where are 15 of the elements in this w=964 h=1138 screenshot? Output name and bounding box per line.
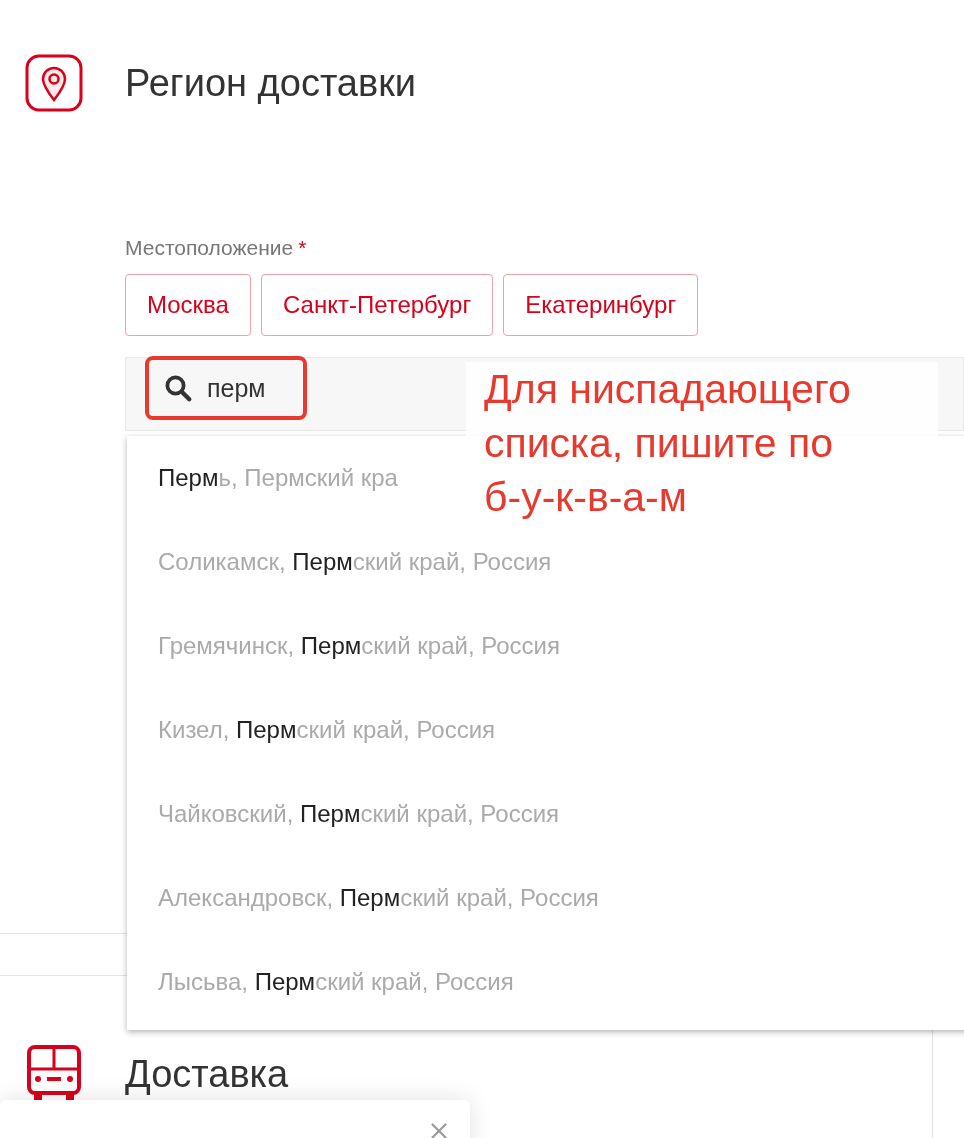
dropdown-option[interactable]: Лысьва, Пермский край, Россия bbox=[127, 940, 964, 1024]
search-icon bbox=[163, 373, 193, 403]
field-label: Местоположение bbox=[125, 236, 294, 260]
section-title: Доставка bbox=[125, 1052, 289, 1096]
dropdown-option[interactable]: Чайковский, Пермский край, Россия bbox=[127, 772, 964, 856]
dropdown-option[interactable]: Александровск, Пермский край, Россия bbox=[127, 856, 964, 940]
dropdown-option[interactable]: Кизел, Пермский край, Россия bbox=[127, 688, 964, 772]
city-chip[interactable]: Санкт-Петербург bbox=[260, 274, 494, 336]
location-pin-icon bbox=[25, 54, 83, 112]
city-chip[interactable]: Москва bbox=[125, 274, 251, 336]
section-title: Регион доставки bbox=[125, 61, 417, 105]
required-mark: * bbox=[298, 236, 307, 260]
search-input[interactable]: перм bbox=[207, 373, 287, 403]
city-chip[interactable]: Екатеринбург bbox=[503, 274, 699, 336]
dropdown-option[interactable]: Гремячинск, Пермский край, Россия bbox=[127, 604, 964, 688]
